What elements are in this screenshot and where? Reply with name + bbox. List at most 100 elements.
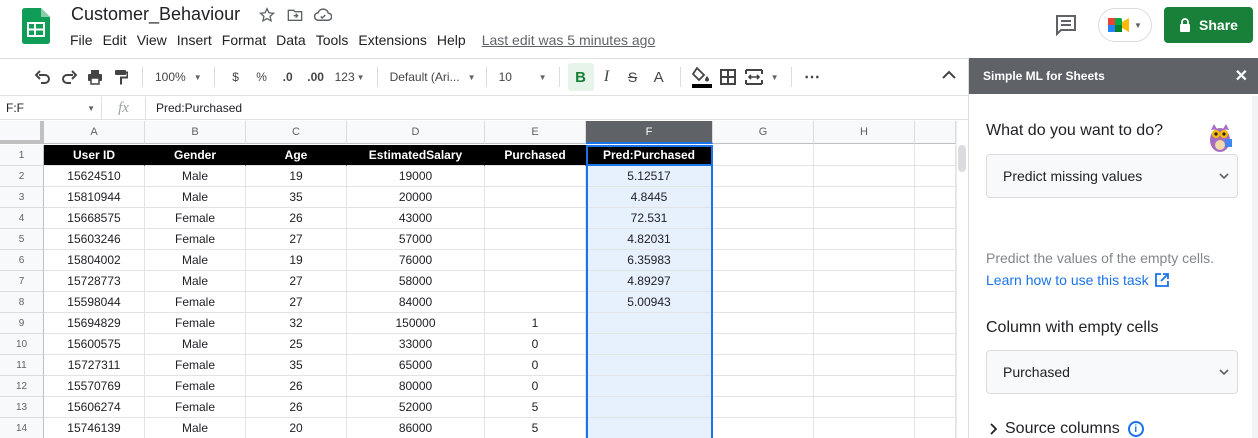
decrease-decimal-button[interactable]: .0 — [275, 63, 301, 91]
column-header-c[interactable]: C — [246, 121, 347, 144]
table-cell[interactable]: 27 — [246, 271, 347, 292]
table-cell[interactable] — [485, 166, 586, 187]
zoom-select[interactable]: 100% ▼ — [151, 63, 206, 91]
table-cell[interactable] — [713, 145, 814, 166]
header-cell[interactable]: Age — [246, 145, 347, 166]
table-cell[interactable] — [915, 250, 956, 271]
table-cell[interactable]: 5 — [485, 418, 586, 438]
table-cell[interactable] — [485, 187, 586, 208]
more-options-icon[interactable]: ⋯ — [800, 63, 826, 91]
column-header-b[interactable]: B — [145, 121, 246, 144]
paint-format-icon[interactable] — [108, 63, 134, 91]
table-cell[interactable] — [485, 271, 586, 292]
row-header[interactable]: 13 — [0, 397, 44, 418]
table-cell[interactable] — [915, 208, 956, 229]
table-cell[interactable]: 5.12517 — [586, 166, 713, 187]
table-cell[interactable] — [713, 166, 814, 187]
table-cell[interactable]: Female — [145, 292, 246, 313]
header-cell[interactable]: Purchased — [485, 145, 586, 166]
collapse-menus-icon[interactable] — [942, 70, 956, 80]
menu-extensions[interactable]: Extensions — [358, 32, 433, 48]
move-folder-icon[interactable] — [286, 6, 304, 24]
table-cell[interactable]: 65000 — [347, 355, 485, 376]
table-cell[interactable] — [713, 334, 814, 355]
table-cell[interactable] — [915, 229, 956, 250]
table-cell[interactable]: 19 — [246, 166, 347, 187]
table-cell[interactable]: 25 — [246, 334, 347, 355]
table-cell[interactable] — [814, 418, 915, 438]
table-cell[interactable]: 15600575 — [44, 334, 145, 355]
table-cell[interactable]: 0 — [485, 376, 586, 397]
table-cell[interactable] — [713, 292, 814, 313]
italic-button[interactable]: I — [594, 63, 620, 91]
strikethrough-button[interactable]: S — [620, 63, 646, 91]
name-box[interactable]: F:F ▼ — [0, 96, 102, 120]
table-cell[interactable]: 15598044 — [44, 292, 145, 313]
table-cell[interactable] — [915, 355, 956, 376]
table-cell[interactable]: 4.8445 — [586, 187, 713, 208]
row-header[interactable]: 14 — [0, 418, 44, 438]
close-icon[interactable]: ✕ — [1235, 66, 1248, 86]
document-title[interactable]: Customer_Behaviour — [71, 4, 240, 25]
last-edit-link[interactable]: Last edit was 5 minutes ago — [482, 32, 656, 48]
column-header-f[interactable]: F — [586, 121, 713, 144]
more-formats-select[interactable]: 123 ▼ — [331, 63, 369, 91]
table-cell[interactable]: 15804002 — [44, 250, 145, 271]
table-cell[interactable]: 4.82031 — [586, 229, 713, 250]
table-cell[interactable]: 19000 — [347, 166, 485, 187]
table-cell[interactable] — [915, 313, 956, 334]
table-cell[interactable] — [713, 187, 814, 208]
header-cell[interactable]: Gender — [145, 145, 246, 166]
table-cell[interactable] — [586, 313, 713, 334]
increase-decimal-button[interactable]: .00 — [301, 63, 331, 91]
header-cell[interactable]: Pred:Purchased — [586, 145, 713, 166]
table-cell[interactable] — [586, 397, 713, 418]
table-cell[interactable]: Male — [145, 418, 246, 438]
table-cell[interactable]: 15727311 — [44, 355, 145, 376]
table-cell[interactable]: 15810944 — [44, 187, 145, 208]
formula-input[interactable]: Pred:Purchased — [146, 101, 242, 115]
table-cell[interactable]: Male — [145, 334, 246, 355]
table-cell[interactable]: 72.531 — [586, 208, 713, 229]
table-cell[interactable]: 86000 — [347, 418, 485, 438]
row-header[interactable]: 11 — [0, 355, 44, 376]
table-cell[interactable] — [586, 334, 713, 355]
spreadsheet-grid[interactable]: A B C D E F G H 1 User ID Gender Age EstimatedSalary… — [0, 121, 956, 438]
table-cell[interactable] — [814, 313, 915, 334]
row-header[interactable]: 10 — [0, 334, 44, 355]
table-cell[interactable]: 20 — [246, 418, 347, 438]
table-cell[interactable]: 43000 — [347, 208, 485, 229]
panel-scrollbar[interactable] — [1252, 96, 1258, 438]
table-cell[interactable] — [814, 271, 915, 292]
table-cell[interactable] — [713, 355, 814, 376]
row-header[interactable]: 6 — [0, 250, 44, 271]
table-cell[interactable] — [915, 334, 956, 355]
table-cell[interactable]: 1 — [485, 313, 586, 334]
learn-task-link[interactable]: Learn how to use this task — [986, 272, 1169, 288]
table-cell[interactable]: 76000 — [347, 250, 485, 271]
column-header-next[interactable] — [915, 121, 956, 144]
table-cell[interactable]: 32 — [246, 313, 347, 334]
table-cell[interactable]: 15603246 — [44, 229, 145, 250]
table-cell[interactable]: 5.00943 — [586, 292, 713, 313]
table-cell[interactable] — [814, 250, 915, 271]
column-header-h[interactable]: H — [814, 121, 915, 144]
row-header[interactable]: 9 — [0, 313, 44, 334]
font-size-select[interactable]: 10 ▼ — [495, 63, 551, 91]
table-cell[interactable]: 15624510 — [44, 166, 145, 187]
table-cell[interactable]: 58000 — [347, 271, 485, 292]
table-cell[interactable] — [814, 187, 915, 208]
table-cell[interactable]: 15694829 — [44, 313, 145, 334]
borders-icon[interactable] — [715, 63, 741, 91]
print-icon[interactable] — [82, 63, 108, 91]
table-cell[interactable] — [713, 229, 814, 250]
table-cell[interactable]: 150000 — [347, 313, 485, 334]
vertical-scrollbar-thumb[interactable] — [958, 145, 966, 172]
table-cell[interactable]: 84000 — [347, 292, 485, 313]
table-cell[interactable]: Female — [145, 355, 246, 376]
table-cell[interactable]: 80000 — [347, 376, 485, 397]
table-cell[interactable] — [586, 418, 713, 438]
menu-data[interactable]: Data — [276, 32, 313, 48]
table-cell[interactable]: 33000 — [347, 334, 485, 355]
menu-view[interactable]: View — [137, 32, 174, 48]
